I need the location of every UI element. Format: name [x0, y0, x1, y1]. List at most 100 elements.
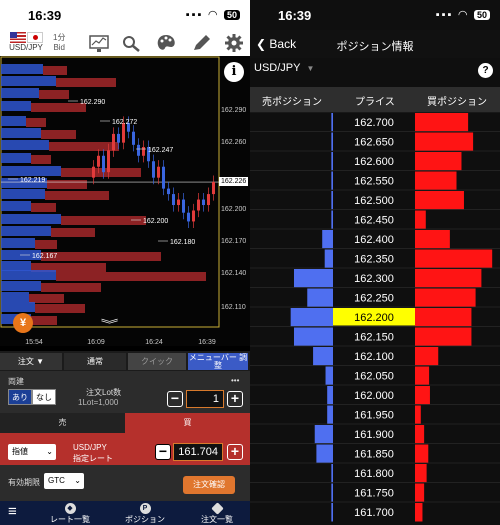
price-axis-label: 162.260: [221, 139, 246, 146]
depth-bar-blue: [1, 153, 31, 163]
price-chart[interactable]: 162.290 162.272 162.247 162.219 162.200 162.1…: [0, 56, 250, 346]
currency-pair-selector[interactable]: USD/JPY: [6, 32, 46, 52]
expiry-label: 有効期限: [8, 478, 40, 487]
buy-position-bar: [415, 288, 476, 307]
buy-position-bar: [415, 444, 429, 463]
candle-body: [207, 194, 210, 206]
tab-order[interactable]: 注文 ▼: [0, 353, 62, 370]
chart-annotation: 162.167: [32, 253, 57, 260]
price-level: 161.850: [354, 449, 394, 461]
help-icon[interactable]: ?: [478, 63, 493, 78]
lot-increment-button[interactable]: +: [227, 391, 243, 407]
candle-body: [182, 199, 185, 213]
buy-position-bar: [415, 230, 450, 249]
chevron-down-icon[interactable]: ︾: [101, 316, 119, 332]
nav-position[interactable]: P ポジション: [120, 501, 170, 525]
nav-order-list[interactable]: 注文一覧: [192, 501, 242, 525]
hedge-label: 両建: [8, 377, 24, 386]
sell-position-bar: [324, 249, 333, 268]
price-level: 161.950: [354, 410, 394, 422]
chevron-down-icon: ▼: [306, 64, 315, 73]
buy-position-bar: [415, 152, 462, 171]
info-icon[interactable]: i: [224, 62, 244, 82]
lot-quantity-input[interactable]: 1: [186, 390, 224, 408]
buy-position-bar: [415, 171, 457, 190]
depth-bar-blue: [1, 166, 61, 176]
time-axis-label: 16:24: [145, 339, 163, 346]
gear-icon[interactable]: [223, 33, 245, 53]
buy-position-bar: [415, 269, 482, 288]
sell-position-bar: [313, 347, 333, 366]
depth-bar-blue: [1, 226, 51, 236]
price-level: 162.600: [354, 156, 394, 168]
sell-position-bar: [331, 483, 333, 502]
depth-bar-red: [43, 66, 67, 75]
candle-body: [152, 161, 155, 178]
tab-menubar-adjust[interactable]: メニューバー 調整: [188, 353, 248, 370]
price-input[interactable]: 161.704: [173, 443, 223, 461]
order-type-select[interactable]: 指値 ⌄: [8, 444, 56, 460]
depth-bar-red: [29, 294, 64, 303]
side-selector: 売 買: [0, 413, 250, 433]
sell-position-bar: [307, 288, 333, 307]
hedge-no-button[interactable]: なし: [32, 389, 56, 405]
depth-bar-red: [31, 103, 86, 112]
chart-annotation: 162.247: [148, 147, 173, 154]
pen-icon[interactable]: [190, 33, 212, 53]
tab-quick[interactable]: クイック: [128, 353, 186, 370]
tab-normal[interactable]: 通常: [64, 353, 126, 370]
sell-position-bar: [314, 425, 333, 444]
price-axis-label: 162.170: [221, 238, 246, 245]
expiry-select[interactable]: GTC ⌄: [44, 473, 84, 489]
price-level: 162.450: [354, 215, 394, 227]
depth-bar-blue: [1, 201, 31, 211]
timeframe-label: 1分: [53, 33, 66, 42]
order-confirm-button[interactable]: 注文確認: [183, 476, 235, 494]
candle-body: [167, 188, 170, 195]
pair-label: USD/JPY: [9, 43, 43, 52]
sell-tab[interactable]: 売: [0, 413, 125, 433]
price-increment-button[interactable]: +: [227, 444, 243, 460]
depth-bar-blue: [1, 88, 39, 98]
depth-bar-blue: [1, 238, 35, 248]
timeframe-selector[interactable]: 1分 Bid: [53, 33, 65, 53]
time-axis-label: 15:54: [25, 339, 43, 346]
buy-position-bar: [415, 347, 439, 366]
price-level: 161.800: [354, 468, 394, 480]
buy-position-bar: [415, 386, 430, 405]
sell-position-bar: [331, 171, 333, 190]
depth-bar-blue: [1, 214, 61, 224]
depth-bar-red: [61, 168, 141, 177]
lot-label: 注文Lot数: [86, 388, 122, 397]
depth-bar-red: [41, 252, 161, 261]
hedge-yes-button[interactable]: あり: [8, 389, 32, 405]
depth-bar-blue: [1, 292, 29, 302]
depth-bar-red: [31, 155, 51, 164]
palette-icon[interactable]: [155, 33, 177, 53]
chart-annotation: 162.200: [143, 218, 168, 225]
price-level: 162.500: [354, 195, 394, 207]
depth-bar-red: [35, 304, 85, 313]
candle-body: [97, 155, 100, 167]
pair-selector[interactable]: USD/JPY ▼: [254, 62, 314, 74]
current-price-tag: 162.226: [219, 177, 249, 186]
lot-decrement-button[interactable]: −: [167, 391, 183, 407]
menu-icon[interactable]: ≡: [8, 503, 17, 520]
status-time-right: 16:39: [278, 8, 312, 23]
price-level: 161.750: [354, 488, 394, 500]
yen-icon[interactable]: ¥: [13, 313, 33, 333]
nav-rate-list[interactable]: ◆ レート一覧: [45, 501, 95, 525]
depth-bar-red: [41, 283, 101, 292]
chart-icon[interactable]: [88, 33, 110, 53]
position-info-screen: 16:39 ▪▪▪ ◠ 50 ❮ Back ポジション情報 USD/JPY ▼ ?…: [250, 0, 500, 525]
candle-body: [212, 182, 215, 195]
time-axis-label: 16:09: [87, 339, 105, 346]
price-decrement-button[interactable]: −: [155, 444, 171, 460]
buy-tab[interactable]: 買: [125, 413, 250, 433]
compare-icon[interactable]: [120, 33, 142, 53]
chart-annotation: 162.290: [80, 99, 105, 106]
depth-bar-blue: [1, 128, 41, 138]
more-icon[interactable]: •••: [231, 376, 239, 385]
depth-bar-blue: [1, 101, 31, 111]
price-level: 162.100: [354, 351, 394, 363]
